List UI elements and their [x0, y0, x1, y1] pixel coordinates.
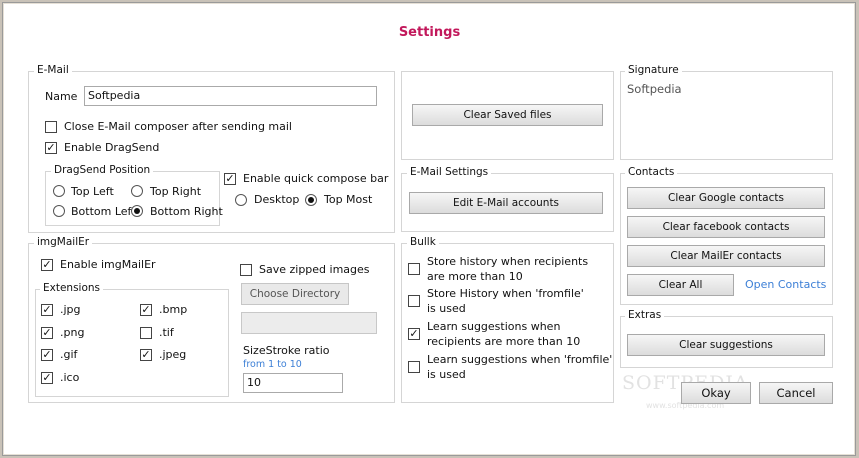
extensions-legend: Extensions: [40, 282, 104, 294]
cancel-button[interactable]: Cancel: [759, 382, 833, 404]
bulk-option-4-line2: is used: [427, 368, 466, 381]
edit-email-accounts-button[interactable]: Edit E-Mail accounts: [409, 192, 603, 214]
ext-png-checkbox[interactable]: ✓: [41, 327, 53, 339]
radio-bottom-left-label: Bottom Left: [71, 205, 136, 218]
ext-jpeg-checkbox[interactable]: ✓: [140, 349, 152, 361]
name-label: Name: [45, 90, 78, 103]
bulk-option-1-line2: are more than 10: [427, 270, 523, 283]
clear-google-contacts-button[interactable]: Clear Google contacts: [627, 187, 825, 209]
sizestroke-hint: from 1 to 10: [243, 359, 302, 370]
radio-bottom-left[interactable]: [53, 205, 65, 217]
radio-top-right[interactable]: [131, 185, 143, 197]
close-composer-label: Close E-Mail composer after sending mail: [64, 120, 292, 133]
bulk-option-2-checkbox[interactable]: [408, 295, 420, 307]
email-legend: E-Mail: [34, 64, 72, 76]
bulk-option-1-checkbox[interactable]: [408, 263, 420, 275]
dragsend-position-legend: DragSend Position: [51, 164, 154, 176]
extras-legend: Extras: [625, 309, 665, 321]
ext-ico-checkbox[interactable]: ✓: [41, 372, 53, 384]
bulk-option-3-checkbox[interactable]: ✓: [408, 328, 420, 340]
enable-dragsend-checkbox[interactable]: ✓: [45, 142, 57, 154]
close-composer-checkbox[interactable]: [45, 121, 57, 133]
radio-bottom-right[interactable]: [131, 205, 143, 217]
contacts-legend: Contacts: [625, 166, 678, 178]
ext-jpg-label: .jpg: [60, 303, 81, 316]
clear-suggestions-button[interactable]: Clear suggestions: [627, 334, 825, 356]
save-zipped-label: Save zipped images: [259, 263, 370, 276]
bulk-option-3-line1: Learn suggestions when: [427, 320, 561, 333]
enable-imgmailer-checkbox[interactable]: ✓: [41, 259, 53, 271]
clear-saved-files-button[interactable]: Clear Saved files: [412, 104, 603, 126]
quick-compose-checkbox[interactable]: ✓: [224, 173, 236, 185]
radio-top-most[interactable]: [305, 194, 317, 206]
radio-bottom-right-label: Bottom Right: [150, 205, 223, 218]
ext-jpeg-label: .jpeg: [159, 348, 187, 361]
signature-legend: Signature: [625, 64, 682, 76]
name-field[interactable]: Softpedia: [84, 86, 377, 106]
bulk-option-2-line2: is used: [427, 302, 466, 315]
ext-gif-checkbox[interactable]: ✓: [41, 349, 53, 361]
sizestroke-label: SizeStroke ratio: [243, 344, 330, 357]
radio-top-right-label: Top Right: [150, 185, 202, 198]
radio-top-left-label: Top Left: [71, 185, 114, 198]
enable-imgmailer-label: Enable imgMailEr: [60, 258, 156, 271]
bulk-option-4-line1: Learn suggestions when 'fromfile': [427, 353, 613, 366]
directory-path-field[interactable]: [241, 312, 377, 334]
open-contacts-link[interactable]: Open Contacts: [745, 278, 826, 291]
ext-tif-label: .tif: [159, 326, 174, 339]
imgmailer-legend: imgMailEr: [34, 236, 93, 248]
ext-gif-label: .gif: [60, 348, 78, 361]
radio-top-most-label: Top Most: [324, 193, 373, 206]
bulk-option-1-line1: Store history when recipients: [427, 255, 589, 268]
clear-mailer-contacts-button[interactable]: Clear MailEr contacts: [627, 245, 825, 267]
radio-desktop[interactable]: [235, 194, 247, 206]
clear-all-contacts-button[interactable]: Clear All: [627, 274, 734, 296]
bulk-option-4-checkbox[interactable]: [408, 361, 420, 373]
ext-ico-label: .ico: [60, 371, 80, 384]
radio-top-left[interactable]: [53, 185, 65, 197]
ext-bmp-checkbox[interactable]: ✓: [140, 304, 152, 316]
sizestroke-input[interactable]: 10: [243, 373, 343, 393]
clear-facebook-contacts-button[interactable]: Clear facebook contacts: [627, 216, 825, 238]
okay-button[interactable]: Okay: [681, 382, 751, 404]
ext-jpg-checkbox[interactable]: ✓: [41, 304, 53, 316]
radio-desktop-label: Desktop: [254, 193, 300, 206]
bulk-legend: Bullk: [407, 236, 439, 248]
dialog-title: Settings: [398, 25, 461, 40]
save-zipped-checkbox[interactable]: [240, 264, 252, 276]
choose-directory-button[interactable]: Choose Directory: [241, 283, 349, 305]
signature-textarea[interactable]: Softpedia: [627, 82, 823, 152]
enable-dragsend-label: Enable DragSend: [64, 141, 160, 154]
ext-tif-checkbox[interactable]: [140, 327, 152, 339]
quick-compose-label: Enable quick compose bar: [243, 172, 389, 185]
ext-bmp-label: .bmp: [159, 303, 188, 316]
email-settings-legend: E-Mail Settings: [407, 166, 492, 178]
bulk-option-2-line1: Store History when 'fromfile': [427, 287, 584, 300]
bulk-option-3-line2: recipients are more than 10: [427, 335, 581, 348]
ext-png-label: .png: [60, 326, 85, 339]
